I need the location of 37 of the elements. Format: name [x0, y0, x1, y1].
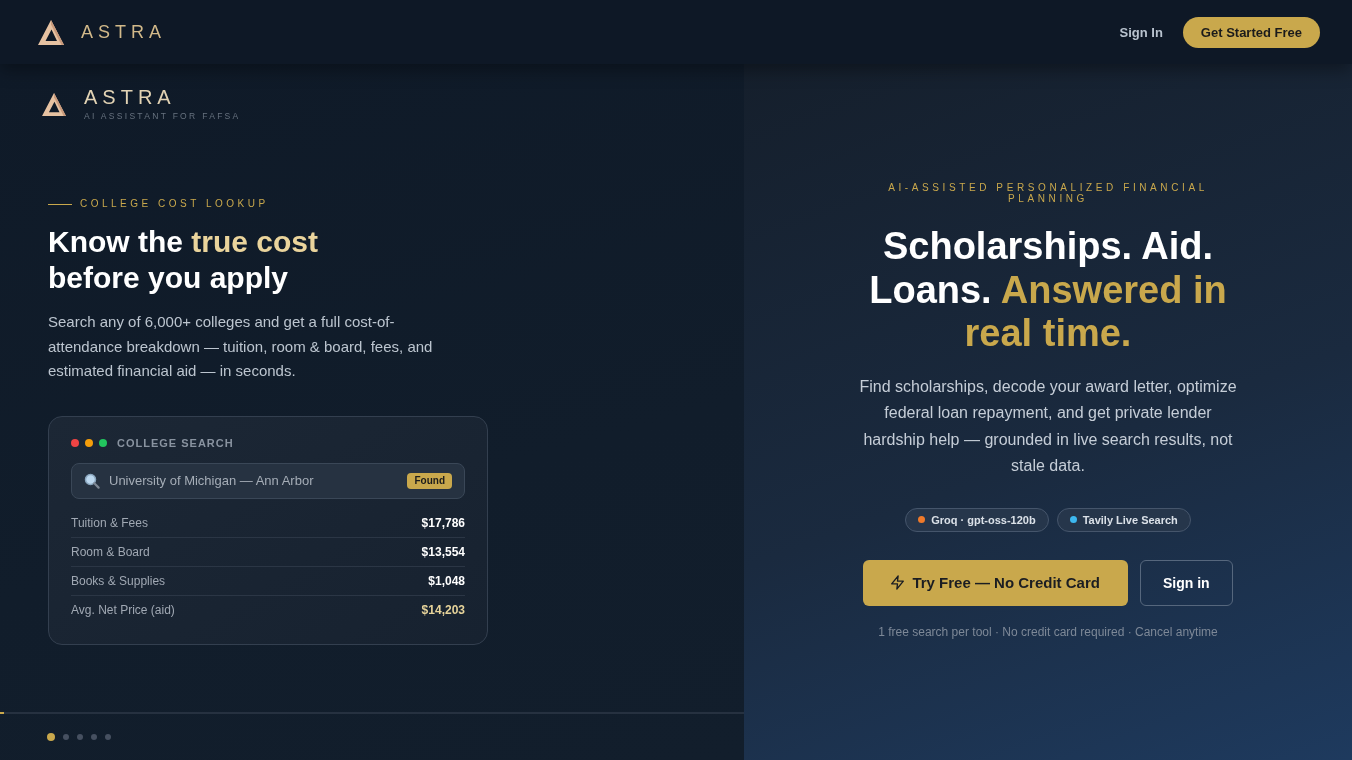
- status-badge: Found: [407, 472, 452, 489]
- headline: Know the true cost before you apply: [48, 224, 320, 296]
- tag-label: Groq · gpt-oss-120b: [931, 513, 1036, 526]
- brand-tagline: AI ASSISTANT FOR FAFSA: [84, 111, 241, 122]
- headline: Scholarships. Aid. Loans. Answered in real time.: [868, 225, 1228, 356]
- cost-value: $13,554: [421, 544, 465, 559]
- logo-icon: [42, 92, 66, 116]
- sign-in-button[interactable]: Sign in: [1139, 559, 1233, 606]
- logo-icon: [38, 19, 64, 45]
- footnote: 1 free search per tool · No credit card required · Cancel anytime: [878, 623, 1218, 640]
- search-value: University of Michigan — Ann Arbor: [109, 473, 314, 488]
- brand-name: ASTRA: [84, 86, 177, 108]
- cost-value: $17,786: [421, 515, 465, 530]
- slide-dot[interactable]: [91, 734, 97, 740]
- get-started-button[interactable]: Get Started Free: [1182, 16, 1320, 48]
- slide-dot[interactable]: [63, 734, 69, 740]
- slide-dot[interactable]: [77, 734, 83, 740]
- slide-dot[interactable]: [105, 734, 111, 740]
- try-free-button[interactable]: Try Free — No Credit Card: [863, 559, 1128, 606]
- lightning-icon: [891, 575, 905, 590]
- tag-label: Tavily Live Search: [1082, 513, 1178, 526]
- sign-in-link[interactable]: Sign In: [1119, 24, 1163, 40]
- cost-value: $1,048: [428, 573, 465, 588]
- description: Find scholarships, decode your award letter, optimize federal loan repayment, and get private lender hardship help — grounded in live search results, not stale data.: [858, 376, 1238, 476]
- section-label: AI-ASSISTED PERSONALIZED FINANCIAL PLANNING: [887, 182, 1209, 204]
- brand-name: ASTRA: [81, 21, 166, 43]
- section-label: COLLEGE COST LOOKUP: [80, 198, 269, 210]
- cost-label: Books & Supplies: [71, 573, 166, 588]
- description: Search any of 6,000+ colleges and get a full cost-of-attendance breakdown — tuition, room & board, fees, and estimated financial aid — in seconds.: [48, 312, 434, 381]
- cost-label: Tuition & Fees: [71, 515, 148, 530]
- cost-label: Avg. Net Price (aid): [71, 603, 175, 617]
- search-field[interactable]: University of Michigan — Ann Arbor Found: [71, 462, 465, 499]
- cost-value: $14,203: [421, 603, 465, 617]
- slide-dot[interactable]: [47, 733, 55, 741]
- cost-label: Room & Board: [71, 544, 150, 559]
- card-title: COLLEGE SEARCH: [117, 436, 234, 449]
- search-icon: [84, 472, 100, 489]
